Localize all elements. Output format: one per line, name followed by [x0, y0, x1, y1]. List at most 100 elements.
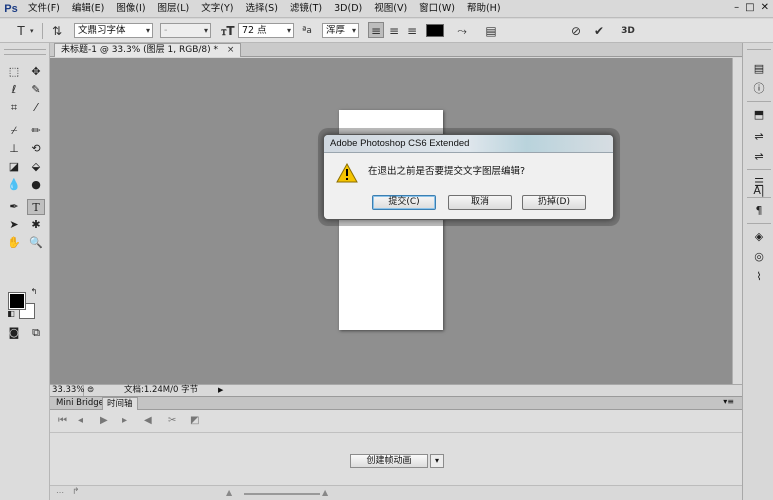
chevron-down-icon: ▾ — [203, 26, 208, 35]
screen-mode-icon[interactable]: ⧉ — [27, 325, 45, 341]
audio-icon[interactable]: ◀ — [144, 415, 152, 426]
create-frame-animation-button[interactable]: 创建帧动画 — [350, 454, 428, 468]
menu-help[interactable]: 帮助(H) — [461, 0, 507, 18]
menu-edit[interactable]: 编辑(E) — [66, 0, 110, 18]
custom-shape-icon[interactable]: ✱ — [27, 217, 45, 233]
info-panel-icon[interactable]: ⓘ — [751, 81, 767, 97]
type-tool-preset-icon[interactable]: T — [14, 23, 28, 39]
type-tool-icon[interactable]: T — [27, 199, 45, 215]
cancel-edit-icon[interactable]: ⊘ — [568, 23, 584, 39]
anti-alias-select[interactable]: 浑厚 ▾ — [322, 23, 359, 38]
text-color-swatch[interactable] — [426, 24, 444, 37]
menu-3d[interactable]: 3D(D) — [328, 0, 368, 18]
tab-timeline[interactable]: 时间轴 — [102, 397, 138, 410]
channels-panel-icon[interactable]: ◎ — [751, 249, 767, 265]
history-brush-icon[interactable]: ⟲ — [27, 141, 45, 157]
swap-colors-icon[interactable]: ↰ — [28, 287, 40, 297]
commit-edit-icon[interactable]: ✔ — [591, 23, 607, 39]
tools-panel: ⬚ ✥ ℓ ✎ ⌗ ⁄ ⌿ ✏ ⊥ ⟲ ◪ ⬙ 💧 ● ✒ T ➤ ✱ ✋ 🔍 … — [0, 43, 50, 500]
warning-icon — [336, 163, 358, 183]
eyedropper-tool-icon[interactable]: ⁄ — [27, 100, 45, 116]
menu-window[interactable]: 窗口(W) — [413, 0, 461, 18]
paint-bucket-icon[interactable]: ⬙ — [27, 159, 45, 175]
character-panel-icon[interactable]: ▤ — [483, 23, 499, 39]
menu-filter[interactable]: 滤镜(T) — [284, 0, 328, 18]
prev-frame-icon[interactable]: ◂ — [78, 415, 83, 426]
cancel-button[interactable]: 取消 — [448, 195, 512, 210]
discard-button[interactable]: 扔掉(D) — [522, 195, 586, 210]
document-tab[interactable]: 未标题-1 @ 33.3% (图层 1, RGB/8) * × — [54, 43, 242, 57]
chevron-down-icon[interactable]: ▾ — [430, 454, 444, 468]
split-icon[interactable]: ✂ — [168, 415, 176, 426]
status-menu-arrow-icon[interactable]: ▶ — [218, 385, 223, 396]
panel-menu-icon[interactable]: ▾≡ — [723, 397, 734, 406]
align-right-icon[interactable]: ≡ — [404, 23, 420, 39]
paths-panel-icon[interactable]: ⌇ — [751, 269, 767, 285]
dialog-message: 在退出之前是否要提交文字图层编辑? — [368, 166, 526, 177]
font-family-select[interactable]: 文鼎习字体 ▾ — [74, 23, 153, 38]
divider — [747, 223, 771, 224]
zoom-slider[interactable] — [244, 493, 320, 495]
character-panel-icon[interactable]: A| — [751, 183, 767, 199]
menu-select[interactable]: 选择(S) — [239, 0, 283, 18]
layers-panel-icon[interactable]: ◈ — [751, 229, 767, 245]
close-icon[interactable]: × — [227, 45, 235, 55]
quick-mask-icon[interactable]: ◙ — [5, 325, 23, 341]
eraser-tool-icon[interactable]: ◪ — [5, 159, 23, 175]
menu-layer[interactable]: 图层(L) — [152, 0, 196, 18]
transition-icon[interactable]: ◩ — [190, 415, 199, 426]
brush-tool-icon[interactable]: ✏ — [27, 123, 45, 139]
dodge-tool-icon[interactable]: ● — [27, 177, 45, 193]
align-left-icon[interactable]: ≡ — [368, 22, 384, 38]
lasso-tool-icon[interactable]: ℓ — [5, 82, 23, 98]
toggle-orientation-icon[interactable]: ⇅ — [49, 23, 65, 39]
first-frame-icon[interactable]: ⏮ — [58, 415, 67, 426]
menu-view[interactable]: 视图(V) — [368, 0, 413, 18]
foreground-color-swatch[interactable] — [8, 292, 26, 310]
font-style-select[interactable]: - ▾ — [160, 23, 211, 38]
layer-comps-icon[interactable]: ⬒ — [751, 107, 767, 123]
maximize-icon[interactable]: □ — [745, 2, 754, 13]
status-info-icon[interactable]: ⊜ — [87, 385, 94, 396]
commit-button[interactable]: 提交(C) — [372, 195, 436, 210]
close-icon[interactable]: ✕ — [761, 2, 769, 13]
menu-type[interactable]: 文字(Y) — [195, 0, 239, 18]
clone-stamp-icon[interactable]: ⊥ — [5, 141, 23, 157]
history-panel-icon[interactable]: ▤ — [751, 61, 767, 77]
menu-image[interactable]: 图像(I) — [110, 0, 151, 18]
zoom-out-icon[interactable]: ▲ — [226, 488, 232, 497]
font-size-value: 72 点 — [242, 25, 267, 36]
quick-select-tool-icon[interactable]: ✎ — [27, 82, 45, 98]
blur-tool-icon[interactable]: 💧 — [5, 177, 23, 193]
convert-icon[interactable]: ⋯ — [56, 488, 64, 497]
menu-file[interactable]: 文件(F) — [22, 0, 66, 18]
dialog-title[interactable]: Adobe Photoshop CS6 Extended — [324, 135, 613, 153]
zoom-tool-icon[interactable]: 🔍 — [27, 235, 45, 251]
warp-text-icon[interactable]: ⤳ — [454, 23, 470, 39]
font-size-select[interactable]: 72 点 ▾ — [238, 23, 294, 38]
panel-grip[interactable] — [4, 49, 46, 55]
3d-button[interactable]: 3D — [618, 23, 638, 39]
chevron-down-icon[interactable]: ▾ — [30, 23, 34, 39]
healing-brush-icon[interactable]: ⌿ — [5, 123, 23, 139]
minimize-icon[interactable]: – — [734, 2, 739, 13]
properties-icon[interactable]: ⇌ — [751, 149, 767, 165]
vertical-scrollbar[interactable] — [732, 58, 742, 384]
tab-mini-bridge[interactable]: Mini Bridge — [52, 397, 108, 410]
align-center-icon[interactable]: ≡ — [386, 23, 402, 39]
render-icon[interactable]: ↱ — [72, 487, 80, 497]
adjustments-icon[interactable]: ⇌ — [751, 129, 767, 145]
marquee-tool-icon[interactable]: ⬚ — [5, 64, 23, 80]
crop-tool-icon[interactable]: ⌗ — [5, 100, 23, 116]
hand-tool-icon[interactable]: ✋ — [5, 235, 23, 251]
zoom-in-icon[interactable]: ▲ — [322, 488, 328, 497]
move-tool-icon[interactable]: ✥ — [27, 64, 45, 80]
zoom-level[interactable]: 33.33% — [52, 385, 84, 396]
next-frame-icon[interactable]: ▸ — [122, 415, 127, 426]
path-select-icon[interactable]: ➤ — [5, 217, 23, 233]
default-colors-icon[interactable]: ◧ — [5, 309, 17, 319]
paragraph-panel-icon[interactable]: ¶ — [751, 203, 767, 219]
play-icon[interactable]: ▶ — [100, 415, 108, 426]
pen-tool-icon[interactable]: ✒ — [5, 199, 23, 215]
anti-alias-icon: ªa — [302, 26, 312, 36]
